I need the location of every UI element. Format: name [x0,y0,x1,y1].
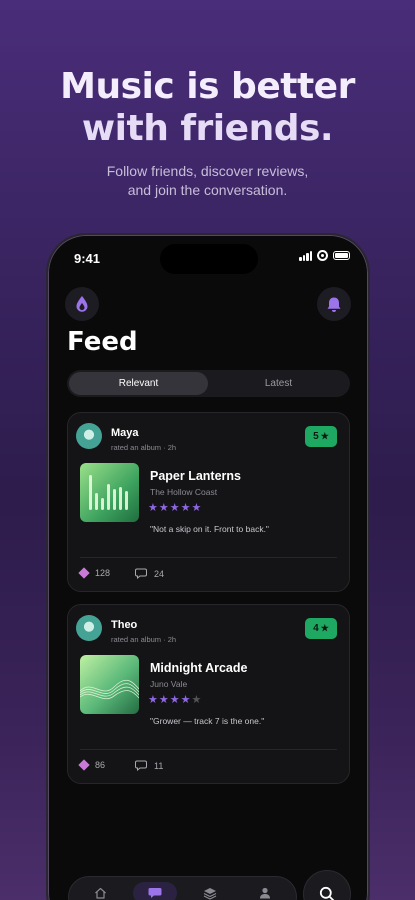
star-icon: ★ [320,431,329,441]
feed-card[interactable]: Theo rated an album · 2h 4 ★ Midnight Ar… [67,604,350,784]
avatar[interactable] [76,615,102,641]
notifications-button[interactable] [317,287,351,321]
album-cover[interactable] [80,655,139,714]
post-username[interactable]: Theo [111,619,137,631]
divider [80,557,337,558]
star-empty-icon: ★ [191,694,202,706]
like-button[interactable]: 128 [78,567,111,579]
feed-card[interactable]: Maya rated an album · 2h 5 ★ Paper Lante… [67,412,350,592]
status-bar: 9:41 [48,235,368,285]
star-icon: ★ [148,502,158,514]
tab-layers[interactable] [188,882,232,900]
hero-subtitle-line2: and join the conversation. [127,182,288,198]
like-button[interactable]: 86 [78,759,106,771]
comment-count: 24 [154,568,165,579]
hero-subtitle-line1: Follow friends, discover reviews, [106,163,309,179]
search-button[interactable] [303,870,351,900]
score-badge: 4 ★ [305,618,337,639]
star-icon: ★ [180,502,191,514]
drop-logo-button[interactable] [65,287,99,321]
battery-icon [333,251,350,260]
bottom-tab-bar [68,876,297,900]
drop-logo-icon [76,296,88,312]
hero-title-line1: Music is better [60,66,355,107]
tab-latest[interactable]: Latest [209,372,348,395]
hero-title-line2: with friends. [81,108,334,149]
chat-icon [148,888,162,898]
status-icons [299,250,350,261]
hero: Music is better with friends. Follow fri… [0,66,415,200]
score-value: 5 [313,431,319,442]
phone-mockup: 9:41 Feed Relevant Latest Maya rated an … [46,233,370,900]
search-icon [319,886,335,900]
post-meta: rated an album · 2h [111,635,177,644]
wave-art [80,679,139,700]
rating-stars: ★ ★ ★ ★ ★ [148,693,201,706]
divider [80,749,337,750]
tab-home[interactable] [78,882,122,900]
signal-icon [299,250,312,261]
star-icon: ★ [169,694,180,706]
star-icon: ★ [180,694,191,706]
comment-button[interactable]: 24 [135,568,164,579]
star-icon: ★ [191,502,202,514]
rating-stars: ★ ★ ★ ★ ★ [148,501,201,514]
bell-icon [327,297,341,312]
album-cover[interactable] [80,463,139,522]
score-badge: 5 ★ [305,426,337,447]
like-diamond-icon [78,567,90,579]
home-icon [94,887,106,899]
wifi-icon [317,250,328,261]
avatar[interactable] [76,423,102,449]
star-icon: ★ [169,502,180,514]
album-artist[interactable]: Juno Vale [150,679,187,689]
page-title: Feed [67,327,138,357]
album-title[interactable]: Midnight Arcade [150,661,247,675]
like-diamond-icon [78,759,90,771]
album-artist[interactable]: The Hollow Coast [150,487,217,497]
star-icon: ★ [320,623,329,633]
comment-icon [135,760,147,771]
layers-icon [203,887,217,900]
status-time: 9:41 [74,251,101,266]
tab-relevant[interactable]: Relevant [69,372,208,395]
review-quote: "Grower — track 7 is the one." [150,716,265,726]
dynamic-island [160,244,258,274]
comment-icon [135,568,147,579]
tab-profile[interactable] [243,882,287,900]
post-meta: rated an album · 2h [111,443,177,452]
comment-count: 11 [154,760,164,771]
star-icon: ★ [158,502,169,514]
star-icon: ★ [148,694,158,706]
post-username[interactable]: Maya [111,427,139,439]
profile-icon [260,887,270,899]
score-value: 4 [313,623,319,634]
hero-subtitle: Follow friends, discover reviews, and jo… [0,162,415,200]
review-quote: "Not a skip on it. Front to back." [150,524,269,534]
like-count: 128 [95,568,111,578]
equalizer-art [89,475,128,510]
star-icon: ★ [158,694,169,706]
album-title[interactable]: Paper Lanterns [150,469,241,483]
comment-button[interactable]: 11 [135,760,163,771]
hero-title: Music is better with friends. [0,66,415,150]
like-count: 86 [95,760,106,770]
tab-chat[interactable] [133,882,177,900]
feed-segmented-control: Relevant Latest [67,370,350,397]
